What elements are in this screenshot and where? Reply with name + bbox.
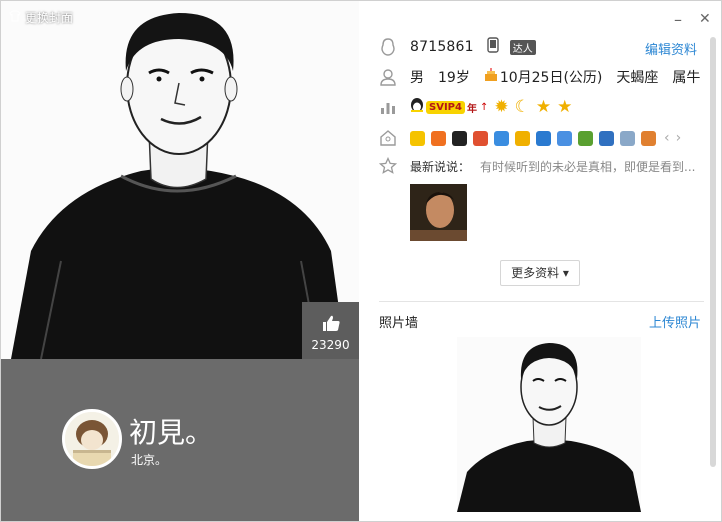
chevron-left-icon[interactable]: ‹ xyxy=(664,130,670,146)
divider xyxy=(379,301,704,302)
sun-icon[interactable]: ✹ xyxy=(494,97,508,117)
star-app-icon[interactable] xyxy=(515,130,530,146)
pet-icon[interactable] xyxy=(431,130,446,146)
info-panel: – ✕ 8715861 达人 编辑资料 男 19岁 10月25日(公历) 天蝎座… xyxy=(361,1,721,521)
shirt-icon xyxy=(9,10,21,25)
music-icon[interactable] xyxy=(494,130,509,146)
star-icon[interactable]: ★ xyxy=(536,97,551,117)
personal-row: 男 19岁 10月25日(公历) 天蝎座 属牛 xyxy=(379,67,700,87)
status-label: 最新说说： xyxy=(410,159,471,174)
phone-icon xyxy=(486,37,500,57)
status-photo[interactable] xyxy=(410,184,467,241)
mail-box-icon[interactable] xyxy=(557,130,572,146)
gender: 男 xyxy=(410,70,424,86)
mail-icon[interactable] xyxy=(620,130,635,146)
qq-number: 8715861 xyxy=(410,39,474,55)
edit-profile-link[interactable]: 编辑资料 xyxy=(645,39,697,58)
photo-wall-title: 照片墙 xyxy=(379,316,419,331)
talent-badge: 达人 xyxy=(509,39,536,55)
birthday: 10月25日(公历) xyxy=(499,70,603,86)
chevron-right-icon[interactable]: › xyxy=(676,130,682,146)
penguin-icon xyxy=(379,38,397,56)
close-button[interactable]: ✕ xyxy=(699,11,711,27)
svip-year: 年 xyxy=(466,103,477,115)
avatar[interactable] xyxy=(62,409,122,469)
photo-wall-image[interactable] xyxy=(457,337,641,512)
qq-row: 8715861 达人 xyxy=(379,37,536,57)
zodiac: 天蝎座 xyxy=(616,70,659,86)
star-icon[interactable]: ★ xyxy=(557,97,572,117)
person-icon xyxy=(379,68,397,86)
star-outline-icon xyxy=(378,156,398,175)
chinese-zodiac: 属牛 xyxy=(672,70,701,86)
svip-penguin-icon xyxy=(410,97,424,117)
level-row: SVIP4 年 ↑ ✹ ☾ ★ ★ xyxy=(379,97,572,117)
qq-penguin-icon[interactable] xyxy=(452,130,467,146)
upload-photo-link[interactable]: 上传照片 xyxy=(649,312,701,331)
change-cover-button[interactable]: 更换封面 xyxy=(9,9,73,26)
photo-icon[interactable] xyxy=(536,130,551,146)
cover-panel: 更换封面 23290 初見。 北京。 xyxy=(1,1,359,521)
minimize-button[interactable]: – xyxy=(674,10,682,29)
svip-badge[interactable]: SVIP4 xyxy=(426,100,465,114)
cake-icon xyxy=(484,68,498,86)
diamond-icon[interactable] xyxy=(410,130,425,146)
status-text[interactable]: 有时候听到的未必是真相，即便是看到... xyxy=(480,158,695,175)
doll-icon[interactable] xyxy=(599,130,614,146)
cart-icon[interactable] xyxy=(641,130,656,146)
status-row: 最新说说： 有时候听到的未必是真相，即便是看到... xyxy=(378,156,695,175)
thumbs-up-icon xyxy=(321,314,341,332)
plant-icon[interactable] xyxy=(578,130,593,146)
chart-icon xyxy=(379,98,397,116)
home-icon xyxy=(379,129,397,147)
profile-window: 更换封面 23290 初見。 北京。 – ✕ 8715861 达人 编辑资料 男… xyxy=(0,0,722,522)
like-count: 23290 xyxy=(311,338,350,352)
more-info-button[interactable]: 更多资料 ▾ xyxy=(500,260,580,286)
scrollbar[interactable] xyxy=(710,37,716,467)
like-button[interactable]: 23290 xyxy=(302,302,359,359)
nickname: 初見。 xyxy=(129,416,214,449)
moon-icon[interactable]: ☾ xyxy=(515,97,530,117)
change-cover-label: 更换封面 xyxy=(25,11,74,25)
apps-row: ‹ › xyxy=(379,129,681,147)
location: 北京。 xyxy=(131,453,168,467)
game-icon[interactable] xyxy=(473,130,488,146)
age: 19岁 xyxy=(438,70,470,86)
upgrade-arrow-icon: ↑ xyxy=(479,101,489,113)
